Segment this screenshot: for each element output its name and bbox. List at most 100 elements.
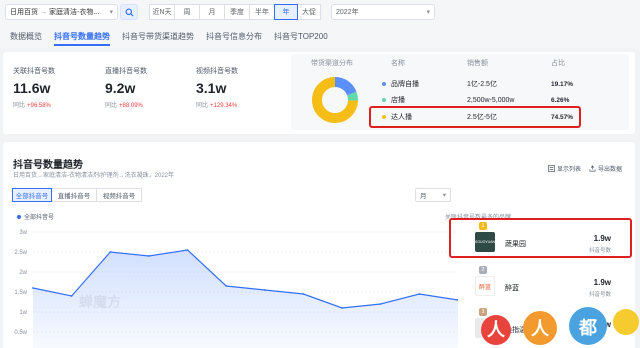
period-btn-month[interactable]: 月 [199,4,225,20]
channel-sales: 2,500w-5,000w [467,96,515,104]
data-point[interactable] [263,289,266,291]
channel-share: 19.17% [551,80,574,88]
metric-change-label: 同比 [105,103,118,109]
highlight-box-top-brand [449,218,632,258]
granularity-select[interactable]: 月 ▾ [415,188,451,202]
type-tab-live[interactable]: 直播抖音号 [51,188,97,202]
legend-swatch [17,214,21,219]
trend-area-chart: 3w 2.5w 2w 1.5w 1w 0.5w [14,230,458,348]
tab-channel-trend[interactable]: 抖音号带货渠道趋势 [116,26,200,48]
y-tick-label: 3w [19,230,27,236]
data-point[interactable] [302,293,305,295]
channel-share: 6.26% [551,96,570,104]
metric-change-label: 同比 [13,103,26,109]
highlight-box-influencer-row [369,106,581,128]
distribution-row: 店播 2,500w-5,000w 6.26% [379,93,624,107]
category-level-1: 日用百货 [10,9,38,16]
y-tick-label: 2w [19,270,27,276]
rank-badge: 2 [479,266,487,274]
metric-label: 视频抖音号数 [196,68,238,75]
period-btn-promo[interactable]: 大促 [297,4,321,20]
tab-info-distribution[interactable]: 抖音号信息分布 [200,26,268,48]
section-title: 抖音号数量趋势 [13,160,83,171]
series-dot [382,82,386,86]
metric-change: 同比 +88.09% [105,100,147,109]
tab-top200[interactable]: 抖音号TOP200 [268,26,334,48]
metric-video-accounts: 视频抖音号数 3.1w 同比 +129.34% [196,66,238,109]
tab-overview[interactable]: 数据概览 [4,26,48,48]
type-tab-video[interactable]: 视频抖音号 [96,188,142,202]
metric-change: 同比 +129.34% [196,100,238,109]
show-list-label: 显示列表 [557,167,582,173]
chevron-down-icon: ▾ [426,9,430,16]
chart-legend[interactable]: 全部抖音号 [17,212,54,221]
tab-account-trend[interactable]: 抖音号数量趋势 [48,26,116,48]
legend-label: 全部抖音号 [24,215,55,221]
export-data-label: 导出数据 [598,167,623,173]
chevron-down-icon: ▾ [109,9,113,16]
search-button[interactable] [120,4,138,20]
period-btn-week[interactable]: 周 [174,4,200,20]
y-tick-label: 2.5w [14,250,27,256]
data-point[interactable] [32,287,34,289]
export-data-button[interactable]: 导出数据 [589,164,622,173]
series-area [33,250,458,348]
channel-name: 店播 [391,97,405,104]
data-point[interactable] [225,285,228,287]
period-btn-year[interactable]: 年 [274,4,298,20]
data-point[interactable] [379,303,382,305]
category-level-2: 家庭清洁-衣物... [49,9,100,16]
list-icon [548,165,555,172]
show-list-button[interactable]: 显示列表 [548,164,581,173]
svg-text:人: 人 [531,319,550,340]
distribution-row: 品牌自播 1亿-2.5亿 19.17% [379,77,624,91]
column-header-name: 名称 [391,60,405,67]
period-btn-quarter[interactable]: 季度 [224,4,250,20]
y-tick-label: 1w [19,310,27,316]
search-icon [124,7,134,17]
metric-live-accounts: 直播抖音号数 9.2w 同比 +88.09% [105,66,147,109]
metric-value: 3.1w [196,80,227,96]
y-tick-label: 0.5w [14,330,27,336]
y-tick-label: 1.5w [14,290,27,296]
category-separator: → [40,8,47,16]
metric-change-value: +129.34% [210,103,238,109]
metric-value: 9.2w [105,80,136,96]
category-select[interactable]: 日用百货 → 家庭清洁-衣物... ▾ [5,4,118,20]
channel-sales: 1亿-2.5亿 [467,81,497,88]
period-btn-recent[interactable]: 近N天 [149,4,175,20]
filter-bar: 日用百货 → 家庭清洁-衣物... ▾ 近N天 周 月 季度 半年 年 大促 2… [0,0,640,26]
column-header-share: 占比 [551,60,565,67]
year-select[interactable]: 2022年 ▾ [331,4,435,20]
metric-linked-accounts: 关联抖音号数 11.6w 同比 +96.58% [13,66,55,109]
data-point[interactable] [186,249,189,251]
data-point[interactable] [148,255,150,257]
metric-change-label: 同比 [196,103,209,109]
metric-label: 直播抖音号数 [105,68,147,75]
data-point[interactable] [109,251,112,253]
metric-change-value: +88.09% [119,103,143,109]
data-point[interactable] [341,307,343,309]
series-dot [382,98,386,102]
period-selector: 近N天 周 月 季度 半年 年 大促 [149,4,321,20]
data-point[interactable] [70,295,73,297]
year-value: 2022年 [336,9,359,16]
channel-donut-chart [312,77,358,123]
metric-label: 关联抖音号数 [13,68,55,75]
tab-bar: 数据概览 抖音号数量趋势 抖音号带货渠道趋势 抖音号信息分布 抖音号TOP200 [0,26,640,48]
channel-name: 品牌自播 [391,81,419,88]
brand-account-count: 1.9w [593,278,611,287]
brand-logo-text: 醉蓝 [478,284,491,291]
export-icon [589,165,596,172]
distribution-title: 带货渠道分布 [311,60,353,67]
chevron-down-icon: ▾ [442,192,446,199]
metric-change-value: +96.58% [27,103,51,109]
site-logo: 人 人 都 [481,307,639,345]
type-tab-all[interactable]: 全部抖音号 [12,188,52,202]
data-point[interactable] [418,293,421,295]
granularity-value: 月 [420,193,427,200]
svg-text:人: 人 [487,320,506,341]
column-header-sales: 销售额 [467,60,488,67]
period-btn-halfyear[interactable]: 半年 [249,4,275,20]
account-type-tabs: 全部抖音号 直播抖音号 视频抖音号 [12,188,142,202]
